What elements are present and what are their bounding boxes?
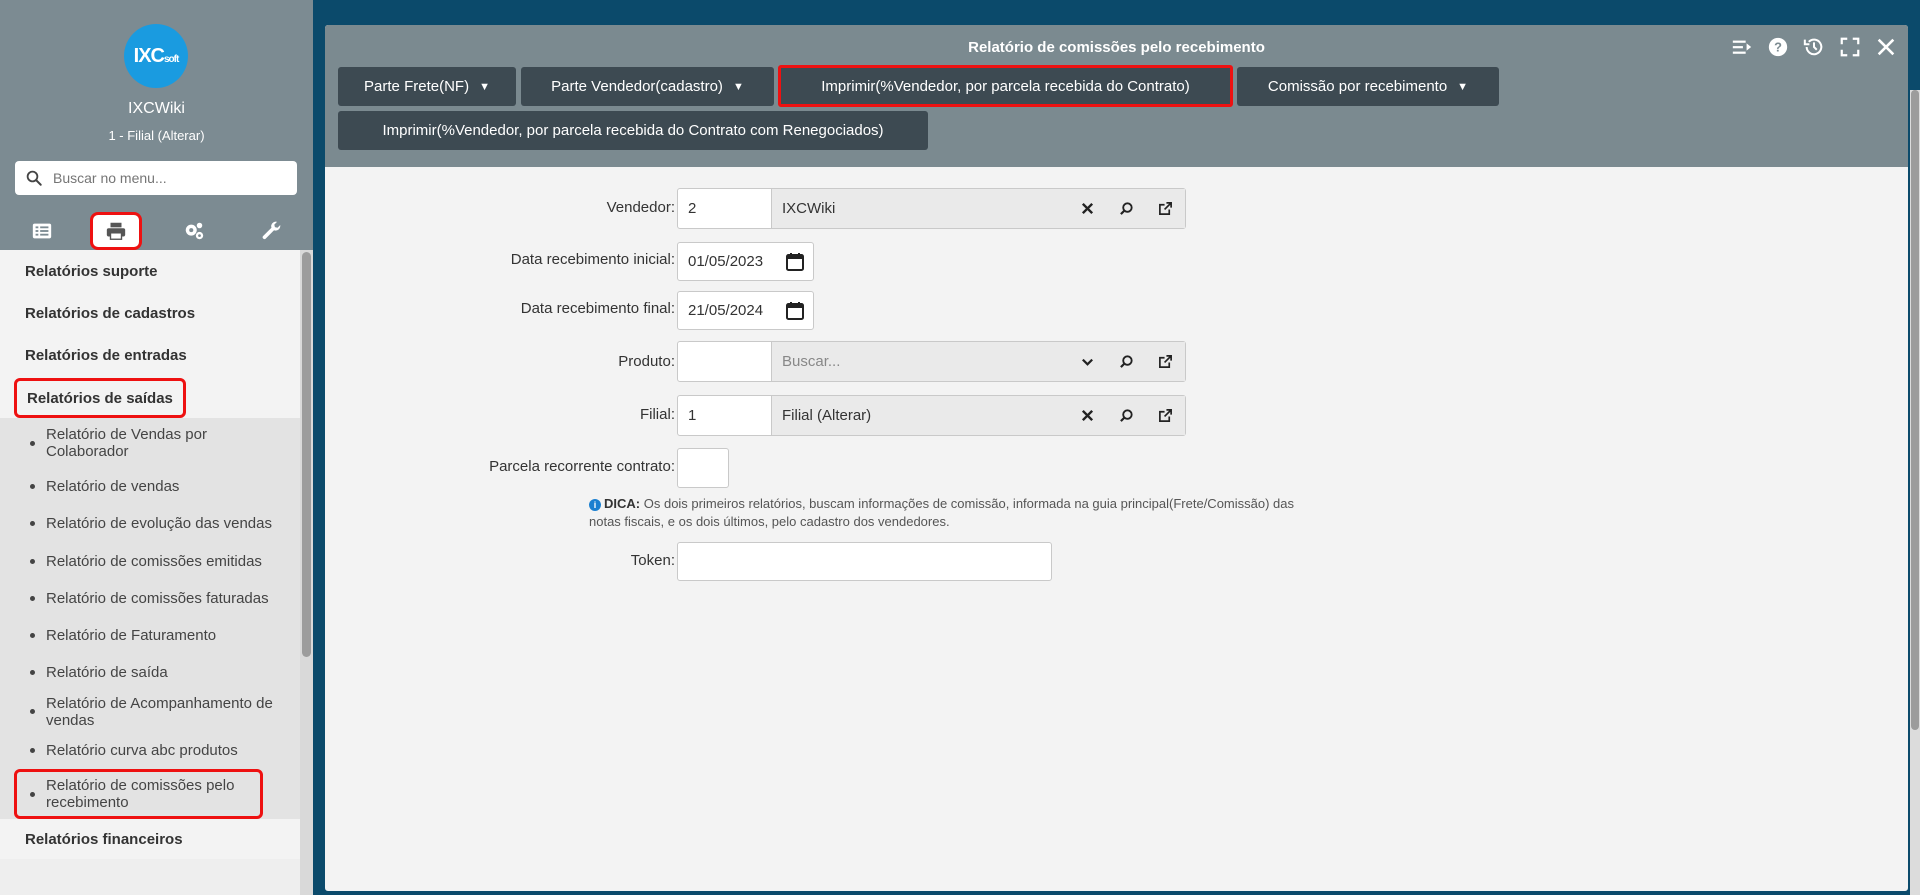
list-item[interactable]: Relatório de vendas	[0, 468, 300, 504]
search-icon[interactable]	[1107, 342, 1146, 381]
imprimir-contrato-button[interactable]: Imprimir(%Vendedor, por parcela recebida…	[778, 65, 1233, 107]
parte-frete-button[interactable]: Parte Frete(NF) ▼	[338, 67, 516, 106]
vendedor-desc: IXCWiki	[772, 189, 1068, 228]
ixcsoft-logo[interactable]: IXC soft	[124, 24, 188, 88]
brand-name: IXCWiki	[128, 100, 185, 117]
sidebar-tabs	[0, 210, 313, 250]
filial-code-input[interactable]: 1	[678, 396, 772, 435]
list-item[interactable]: Relatório curva abc produtos	[0, 732, 300, 769]
external-link-icon[interactable]	[1146, 189, 1185, 228]
menu-relatorios-financeiros[interactable]: Relatórios financeiros	[0, 819, 300, 859]
window-scrollbar[interactable]	[1910, 90, 1920, 895]
parcela-input[interactable]	[677, 448, 729, 488]
wrench-icon	[262, 221, 281, 240]
printer-icon	[106, 222, 126, 240]
info-icon: i	[589, 499, 601, 511]
svg-text:?: ?	[1774, 40, 1782, 55]
collapse-menu-icon[interactable]	[1730, 35, 1754, 59]
vendedor-field[interactable]: 2 IXCWiki	[677, 188, 1186, 229]
menu-relatorios-entradas[interactable]: Relatórios de entradas	[0, 334, 300, 376]
sidebar-menu: Relatórios suporte Relatórios de cadastr…	[0, 250, 300, 895]
list-item[interactable]: Relatório de Acompanhamento de vendas	[0, 691, 300, 732]
list-icon	[32, 223, 52, 239]
caret-down-icon: ▼	[1457, 80, 1469, 93]
list-item[interactable]: Relatório de Vendas por Colaborador	[0, 418, 300, 468]
calendar-icon[interactable]	[785, 301, 805, 321]
produto-code-input[interactable]	[678, 342, 772, 381]
selection-highlight	[14, 769, 263, 819]
produto-search-input[interactable]: Buscar...	[772, 342, 1068, 381]
imprimir-renegociados-button[interactable]: Imprimir(%Vendedor, por parcela recebida…	[338, 111, 928, 150]
submenu-saidas: Relatório de Vendas por Colaborador Rela…	[0, 418, 300, 819]
vendedor-label: Vendedor:	[606, 199, 675, 216]
list-item-active[interactable]: Relatório de comissões pelo recebimento	[0, 769, 300, 819]
tip-text: i DICA: Os dois primeiros relatórios, bus…	[589, 496, 1295, 529]
window-tools: ?	[1730, 35, 1898, 59]
produto-field[interactable]: Buscar...	[677, 341, 1186, 382]
data-final-label: Data recebimento final:	[520, 300, 675, 317]
scroll-thumb[interactable]	[1911, 90, 1919, 730]
produto-label: Produto:	[618, 353, 675, 370]
report-window: Relatório de comissões pelo recebimento …	[325, 25, 1908, 891]
menu-label: Relatórios de saídas	[14, 378, 186, 418]
token-label: Token:	[630, 552, 675, 569]
sidebar: IXCsoft IXCWiki 1 - Filial (Alterar) Rel…	[0, 0, 313, 895]
menu-search-input[interactable]	[53, 170, 273, 186]
sidebar-scrollbar[interactable]	[300, 250, 313, 895]
report-form: Vendedor: 2 IXCWiki Data recebimento ini…	[325, 167, 1908, 891]
list-item[interactable]: Relatório de saída	[0, 654, 300, 691]
external-link-icon[interactable]	[1146, 342, 1185, 381]
filial-desc: Filial (Alterar)	[772, 396, 1068, 435]
data-inicial-input[interactable]: 01/05/2023	[677, 242, 814, 281]
menu-search[interactable]	[15, 161, 297, 195]
search-icon	[26, 170, 42, 186]
window-title: Relatório de comissões pelo recebimento	[968, 39, 1265, 56]
filial-label: Filial:	[639, 406, 675, 423]
data-final-input[interactable]: 21/05/2024	[677, 291, 814, 330]
history-icon[interactable]	[1802, 35, 1826, 59]
close-icon[interactable]	[1874, 35, 1898, 59]
caret-down-icon: ▼	[732, 80, 744, 93]
parcela-label: Parcela recorrente contrato:	[489, 458, 675, 475]
window-header: Relatório de comissões pelo recebimento …	[325, 25, 1908, 167]
gears-icon	[185, 222, 204, 240]
menu-relatorios-suporte[interactable]: Relatórios suporte	[0, 250, 300, 292]
calendar-icon[interactable]	[785, 252, 805, 272]
tab-reports[interactable]	[90, 212, 142, 250]
scroll-thumb[interactable]	[302, 252, 311, 657]
search-icon[interactable]	[1107, 189, 1146, 228]
list-item[interactable]: Relatório de evolução das vendas	[0, 504, 300, 542]
menu-relatorios-saidas[interactable]: Relatórios de saídas	[0, 376, 300, 418]
list-item[interactable]: Relatório de Faturamento	[0, 617, 300, 654]
menu-relatorios-cadastros[interactable]: Relatórios de cadastros	[0, 292, 300, 334]
tab-settings[interactable]	[168, 212, 220, 250]
data-inicial-label: Data recebimento inicial:	[510, 251, 675, 268]
clear-icon[interactable]	[1068, 396, 1107, 435]
chevron-down-icon[interactable]	[1068, 342, 1107, 381]
search-icon[interactable]	[1107, 396, 1146, 435]
help-icon[interactable]: ?	[1766, 35, 1790, 59]
filial-field[interactable]: 1 Filial (Alterar)	[677, 395, 1186, 436]
token-input[interactable]	[677, 542, 1052, 581]
parte-vendedor-button[interactable]: Parte Vendedor(cadastro) ▼	[521, 67, 774, 106]
caret-down-icon: ▼	[479, 80, 490, 93]
tab-list[interactable]	[16, 212, 68, 250]
clear-icon[interactable]	[1068, 189, 1107, 228]
sidebar-header: IXC soft IXCWiki 1 - Filial (Alterar)	[0, 0, 313, 250]
branch-switch[interactable]: 1 - Filial (Alterar)	[0, 128, 313, 143]
list-item[interactable]: Relatório de comissões emitidas	[0, 542, 300, 580]
external-link-icon[interactable]	[1146, 396, 1185, 435]
vendedor-code-input[interactable]: 2	[678, 189, 772, 228]
comissao-recebimento-button[interactable]: Comissão por recebimento ▼	[1237, 67, 1499, 106]
tab-tools[interactable]	[246, 212, 298, 250]
list-item[interactable]: Relatório de comissões faturadas	[0, 580, 300, 617]
fullscreen-icon[interactable]	[1838, 35, 1862, 59]
